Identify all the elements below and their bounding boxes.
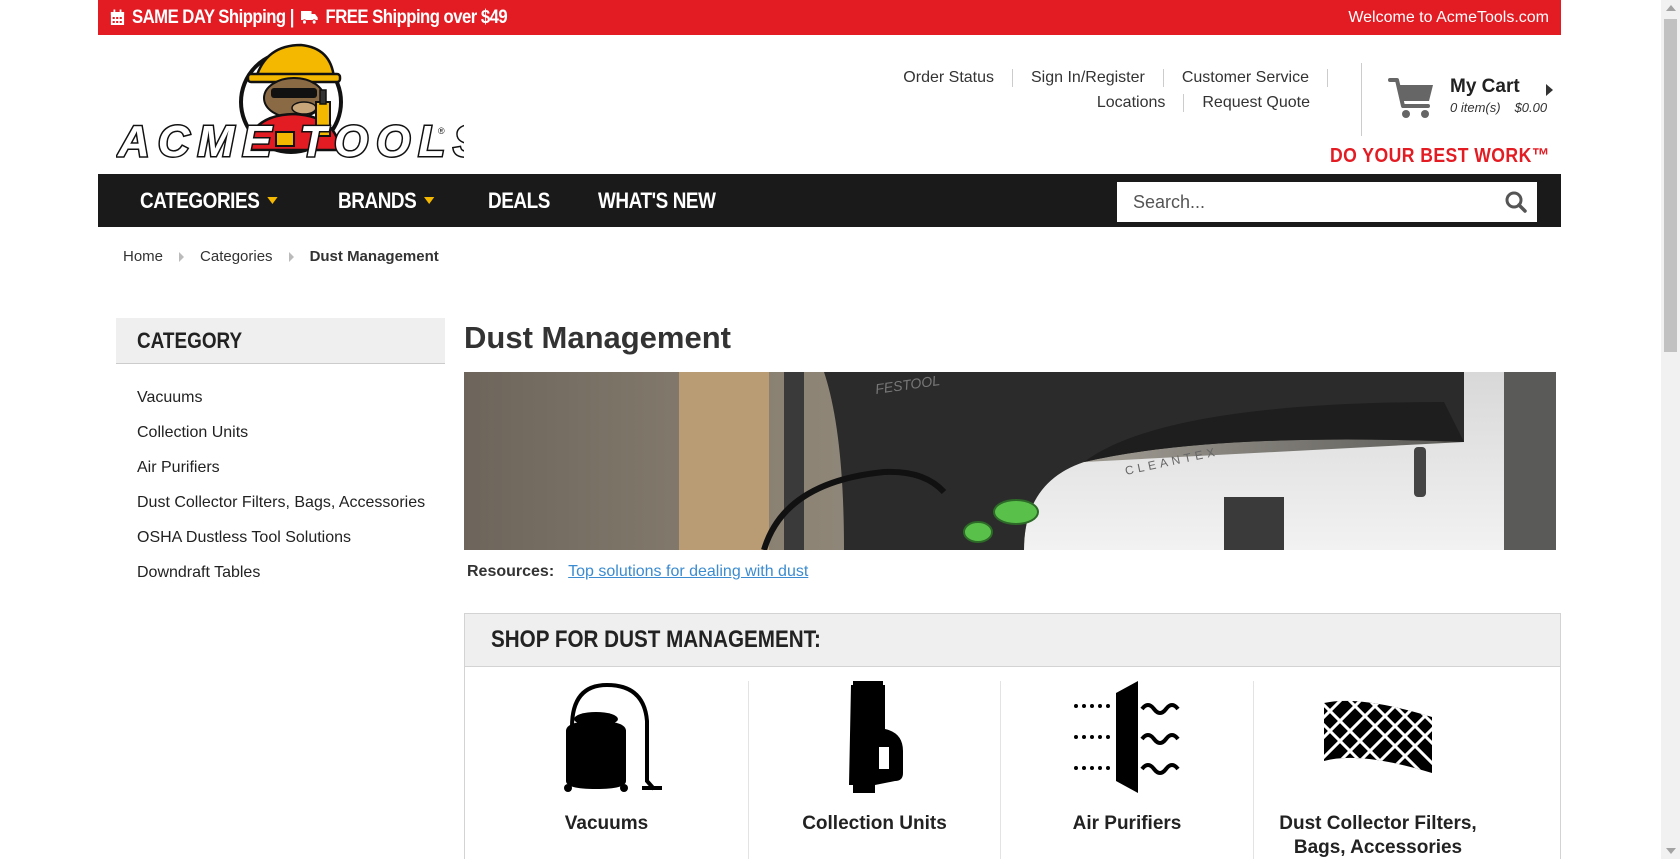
tagline: DO YOUR BEST WORK™ bbox=[1330, 145, 1550, 167]
cart-arrow-icon bbox=[1546, 84, 1553, 96]
nav-brands[interactable]: BRANDS bbox=[337, 187, 435, 214]
calendar-icon bbox=[110, 9, 125, 25]
caret-down-icon bbox=[267, 197, 278, 204]
resources-row: Resources: Top solutions for dealing wit… bbox=[467, 563, 808, 581]
sidebar-item-vacuums[interactable]: Vacuums bbox=[116, 380, 445, 415]
promo-free-shipping-text: FREE Shipping over $49 bbox=[325, 6, 508, 28]
cart-title: My Cart bbox=[1450, 76, 1520, 97]
main-nav: CATEGORIES BRANDS DEALS WHAT'S NEW bbox=[98, 174, 1561, 227]
sidebar-item-filters-bags[interactable]: Dust Collector Filters, Bags, Accessorie… bbox=[116, 485, 445, 520]
acme-tools-logo[interactable]: ACME TOOLS ® bbox=[116, 40, 484, 172]
tile-collection-units-label: Collection Units bbox=[802, 813, 947, 834]
sidebar-item-osha-dustless[interactable]: OSHA Dustless Tool Solutions bbox=[116, 520, 445, 555]
scroll-up-icon[interactable] bbox=[1666, 5, 1676, 11]
tile-filters-bags[interactable]: Dust Collector Filters, Bags, Accessorie… bbox=[1254, 667, 1502, 859]
sidebar-heading: CATEGORY bbox=[116, 318, 445, 364]
search-icon bbox=[1505, 191, 1527, 213]
caret-down-icon bbox=[423, 197, 435, 204]
category-sidebar: CATEGORY Vacuums Collection Units Air Pu… bbox=[116, 318, 445, 590]
tile-vacuums-label: Vacuums bbox=[564, 813, 649, 834]
nav-whats-new[interactable]: WHAT'S NEW bbox=[598, 188, 716, 214]
shopping-cart-icon bbox=[1388, 78, 1433, 118]
dust-extractor-banner-image: CLEANTEX FESTOOL bbox=[464, 372, 1556, 550]
header-links: Order Status Sign In/Register Customer S… bbox=[885, 65, 1328, 115]
shop-tiles: Vacuums Collection Units Air Purifiers D… bbox=[465, 667, 1562, 859]
nav-whats-new-label: WHAT'S NEW bbox=[598, 187, 716, 213]
svg-text:ACME TOOLS: ACME TOOLS bbox=[117, 117, 464, 166]
promo-same-day-text: SAME DAY Shipping | bbox=[132, 6, 294, 28]
breadcrumb-categories[interactable]: Categories bbox=[200, 248, 273, 265]
sidebar-heading-text: CATEGORY bbox=[137, 327, 243, 353]
resources-link[interactable]: Top solutions for dealing with dust bbox=[568, 563, 808, 581]
nav-categories[interactable]: CATEGORIES bbox=[140, 187, 278, 214]
tile-filters-bags-label: Dust Collector Filters, Bags, Accessorie… bbox=[1279, 813, 1477, 858]
welcome-text: Welcome to AcmeTools.com bbox=[1348, 8, 1549, 26]
nav-deals-label: DEALS bbox=[487, 187, 550, 213]
promo-bar: SAME DAY Shipping | FREE Shipping over $… bbox=[98, 0, 1561, 35]
request-quote-link[interactable]: Request Quote bbox=[1184, 94, 1328, 112]
air-purifier-icon bbox=[1074, 681, 1180, 793]
filter-icon bbox=[1324, 700, 1432, 773]
shop-section: SHOP FOR DUST MANAGEMENT: Vacuums Collec… bbox=[464, 613, 1561, 859]
page-scrollbar[interactable] bbox=[1661, 0, 1680, 859]
logo-mascot-icon: ACME TOOLS ® bbox=[116, 43, 484, 168]
order-status-link[interactable]: Order Status bbox=[885, 68, 1013, 87]
cart-divider bbox=[1361, 63, 1362, 136]
page-title: Dust Management bbox=[464, 320, 731, 355]
tile-vacuums[interactable]: Vacuums bbox=[465, 667, 748, 859]
breadcrumb-separator-icon bbox=[288, 251, 294, 262]
tile-collection-units[interactable]: Collection Units bbox=[749, 667, 1000, 859]
main-content: Dust Management CLEANTEX FESTOOL Resourc… bbox=[464, 318, 1561, 859]
breadcrumb-home[interactable]: Home bbox=[123, 248, 163, 265]
my-cart[interactable]: My Cart 0 item(s) $0.00 bbox=[1388, 76, 1563, 126]
nav-deals[interactable]: DEALS bbox=[488, 188, 550, 214]
resources-label: Resources: bbox=[467, 563, 555, 580]
locations-link[interactable]: Locations bbox=[1079, 93, 1185, 112]
breadcrumb-separator-icon bbox=[179, 251, 185, 262]
nav-categories-label: CATEGORIES bbox=[140, 187, 260, 213]
sidebar-list: Vacuums Collection Units Air Purifiers D… bbox=[116, 364, 445, 590]
tile-air-purifiers-label: Air Purifiers bbox=[1072, 813, 1182, 834]
promo-shipping[interactable]: SAME DAY Shipping | FREE Shipping over $… bbox=[110, 6, 508, 29]
search-input[interactable] bbox=[1117, 182, 1495, 222]
tile-air-purifiers[interactable]: Air Purifiers bbox=[1001, 667, 1253, 859]
search-button[interactable] bbox=[1495, 182, 1537, 222]
shop-heading-text: SHOP FOR DUST MANAGEMENT: bbox=[491, 626, 821, 653]
banner-image: CLEANTEX FESTOOL bbox=[464, 372, 1556, 550]
collection-unit-icon bbox=[848, 681, 903, 793]
sidebar-item-collection-units[interactable]: Collection Units bbox=[116, 415, 445, 450]
scrollbar-thumb[interactable] bbox=[1664, 19, 1677, 352]
scroll-down-icon[interactable] bbox=[1666, 848, 1676, 854]
sidebar-item-air-purifiers[interactable]: Air Purifiers bbox=[116, 450, 445, 485]
customer-service-link[interactable]: Customer Service bbox=[1164, 68, 1328, 87]
sign-in-link[interactable]: Sign In/Register bbox=[1013, 68, 1164, 87]
sidebar-item-downdraft-tables[interactable]: Downdraft Tables bbox=[116, 555, 445, 590]
nav-brands-label: BRANDS bbox=[337, 187, 417, 213]
cart-total: $0.00 bbox=[1514, 100, 1548, 115]
cart-item-count: 0 item(s) bbox=[1450, 100, 1501, 115]
truck-icon bbox=[300, 11, 318, 25]
svg-text:®: ® bbox=[438, 126, 445, 136]
vacuum-icon bbox=[563, 682, 662, 792]
breadcrumb: Home Categories Dust Management bbox=[123, 248, 439, 265]
breadcrumb-current: Dust Management bbox=[309, 248, 439, 265]
search-box bbox=[1117, 182, 1537, 222]
shop-heading: SHOP FOR DUST MANAGEMENT: bbox=[465, 614, 1560, 667]
